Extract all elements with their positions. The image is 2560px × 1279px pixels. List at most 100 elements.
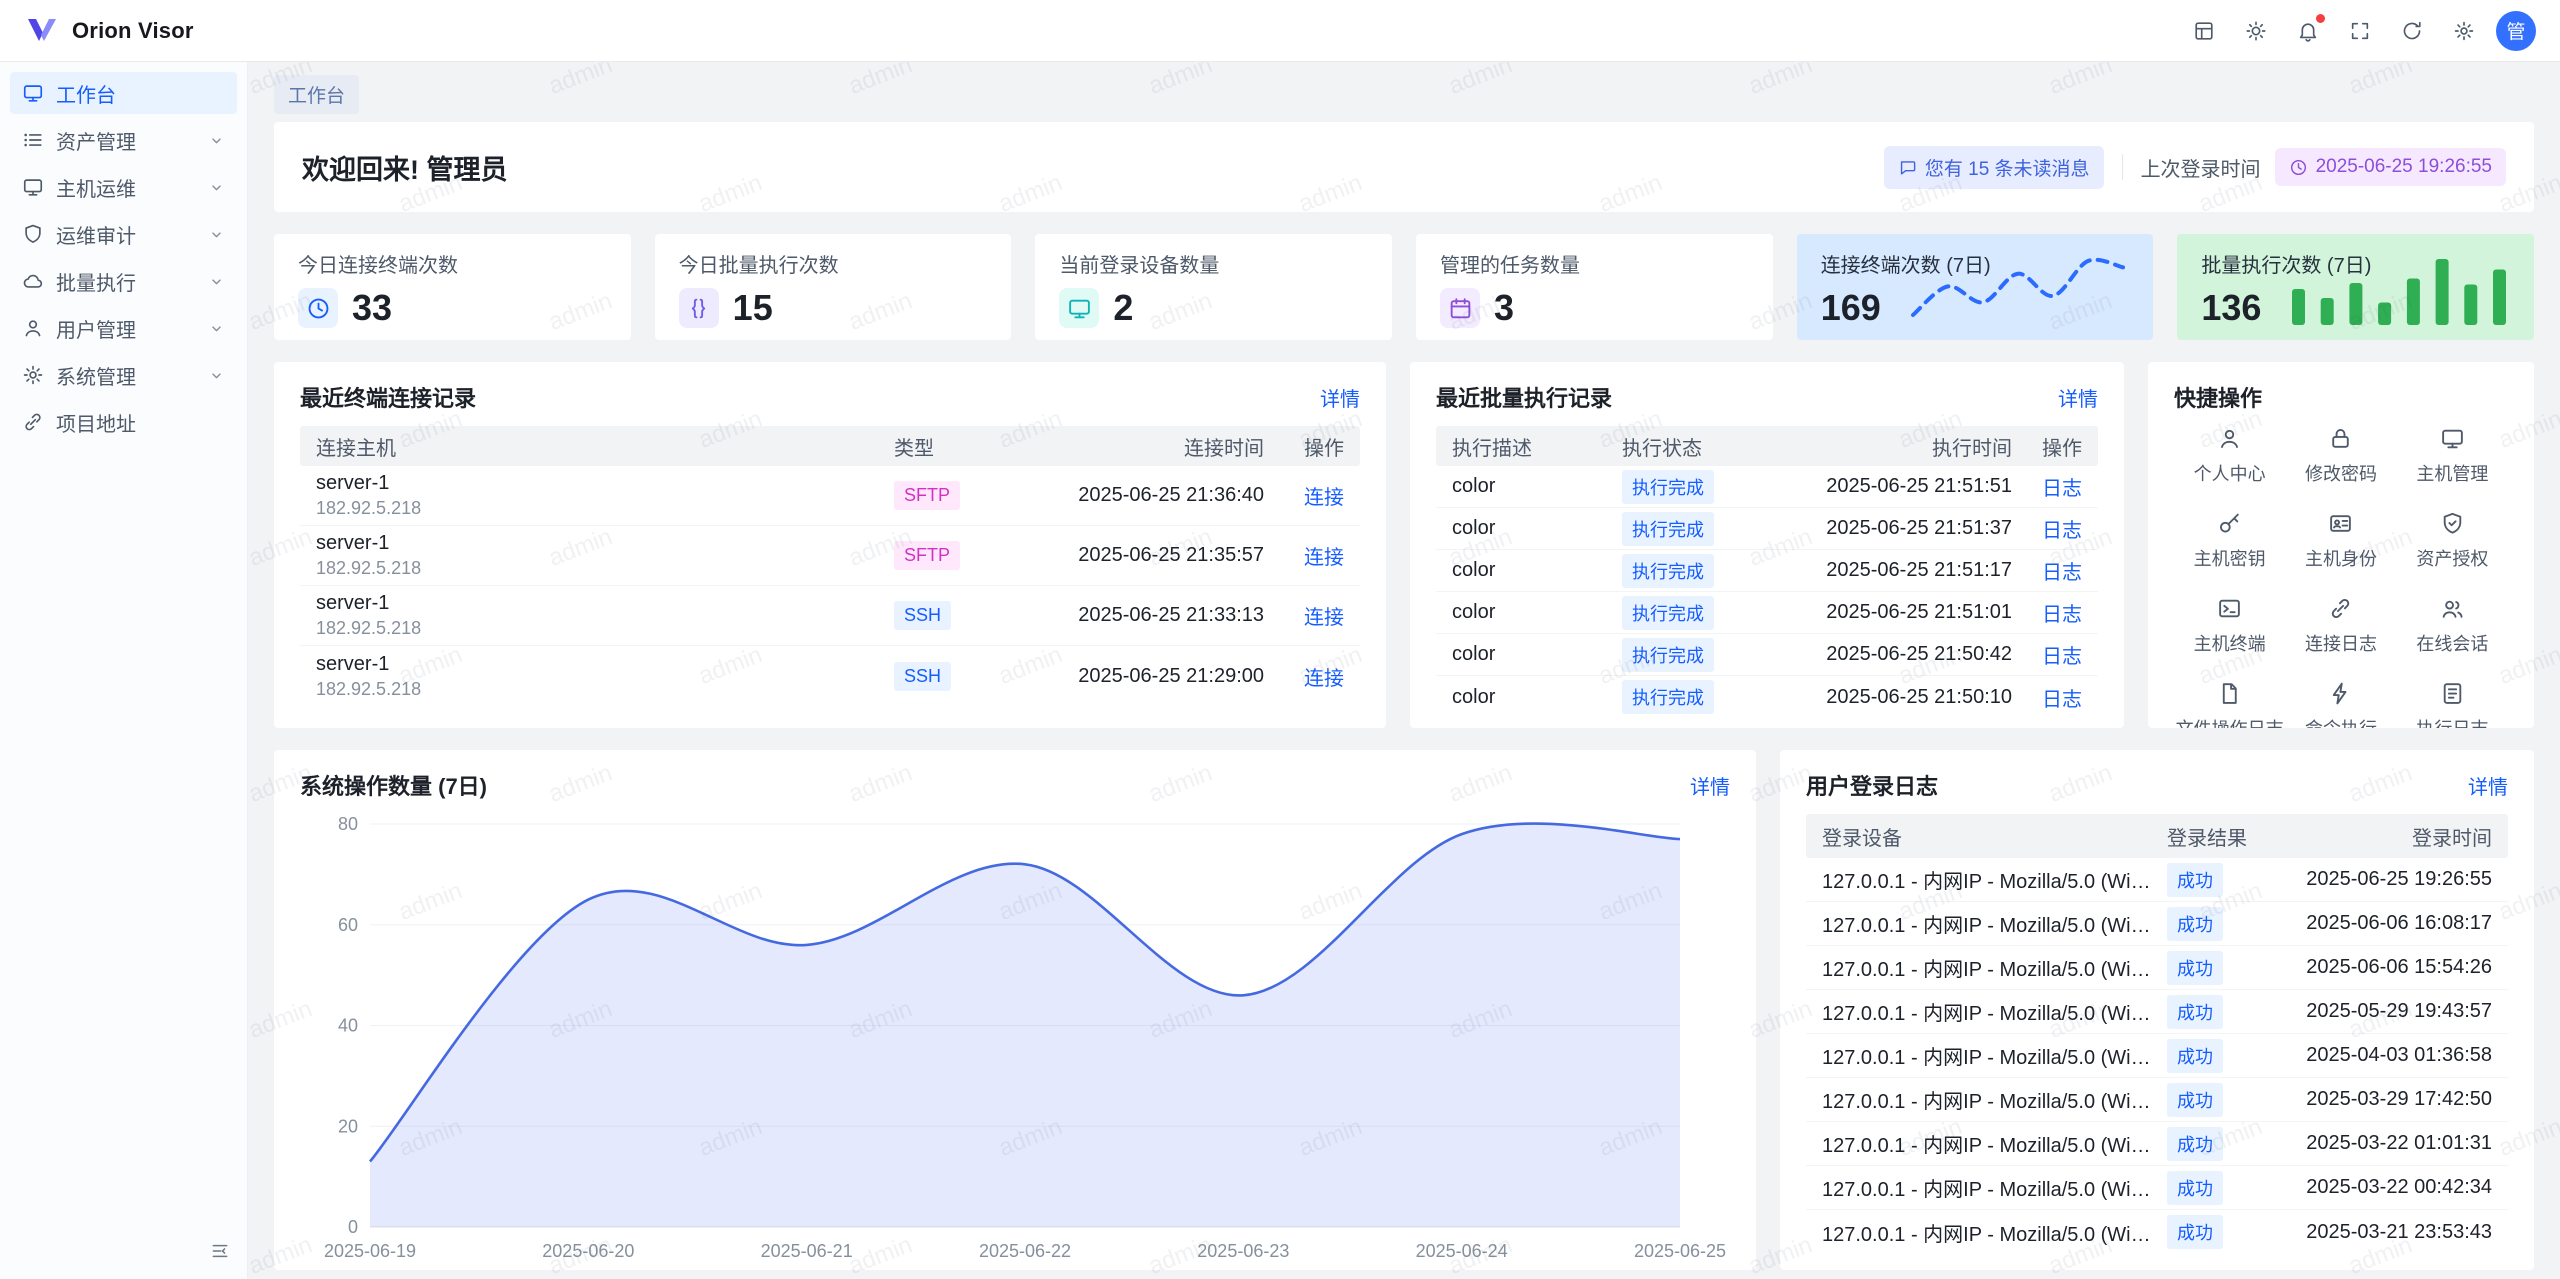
quick-action[interactable]: 文件操作日志 bbox=[2174, 681, 2285, 728]
table-header: 登录设备 登录结果 登录时间 bbox=[1806, 814, 2508, 858]
header-action-button[interactable] bbox=[2236, 11, 2276, 51]
quick-action[interactable]: 主机终端 bbox=[2174, 596, 2285, 656]
quick-action[interactable]: 执行日志 bbox=[2397, 681, 2508, 728]
quick-action[interactable]: 连接日志 bbox=[2285, 596, 2396, 656]
login-logs-table: 登录设备 登录结果 登录时间 127.0.0.1 - 内网IP - Mozill… bbox=[1806, 814, 2508, 1254]
connections-detail-link[interactable]: 详情 bbox=[1320, 383, 1360, 412]
quick-action-label: 连接日志 bbox=[2305, 630, 2377, 656]
host-ip: 182.92.5.218 bbox=[316, 679, 894, 700]
monitor-icon bbox=[2440, 426, 2465, 451]
executions-detail-link[interactable]: 详情 bbox=[2058, 383, 2098, 412]
connect-link[interactable]: 连接 bbox=[1304, 487, 1344, 509]
connections-sparkline bbox=[1903, 247, 2133, 331]
quick-actions-grid: 个人中心 修改密码 主机管理 主机密钥 bbox=[2174, 426, 2508, 728]
panel-title: 系统操作数量 (7日) bbox=[300, 769, 487, 801]
header-action-button[interactable] bbox=[2444, 11, 2484, 51]
login-result-badge: 成功 bbox=[2167, 1039, 2223, 1073]
lock-icon bbox=[2328, 426, 2353, 451]
chevron-down-icon bbox=[208, 132, 225, 149]
stat-label: 当前登录设备数量 bbox=[1059, 249, 1368, 278]
sidebar-item-label: 系统管理 bbox=[56, 361, 136, 390]
stat-card: 今日批量执行次数 15 bbox=[655, 234, 1012, 340]
sidebar-item-label: 批量执行 bbox=[56, 267, 136, 296]
sidebar-item[interactable]: 系统管理 bbox=[10, 354, 237, 396]
welcome-banner: 欢迎回来! 管理员 您有 15 条未读消息 上次登录时间 2025-06-25 … bbox=[274, 122, 2534, 212]
login-logs-detail-link[interactable]: 详情 bbox=[2468, 771, 2508, 800]
log-link[interactable]: 日志 bbox=[2042, 646, 2082, 668]
sidebar-item[interactable]: 主机运维 bbox=[10, 166, 237, 208]
calendar-icon bbox=[1448, 296, 1473, 321]
host-ip: 182.92.5.218 bbox=[316, 618, 894, 639]
execution-status-badge: 执行完成 bbox=[1622, 596, 1714, 630]
execution-status-badge: 执行完成 bbox=[1622, 680, 1714, 714]
quick-action[interactable]: 修改密码 bbox=[2285, 426, 2396, 486]
login-result-badge: 成功 bbox=[2167, 951, 2223, 985]
log-link[interactable]: 日志 bbox=[2042, 604, 2082, 626]
link-icon bbox=[2328, 596, 2353, 621]
execution-desc: color bbox=[1452, 517, 1622, 540]
quick-action[interactable]: 主机密钥 bbox=[2174, 511, 2285, 571]
quick-action-label: 个人中心 bbox=[2194, 460, 2266, 486]
execution-row: color 执行完成 2025-06-25 21:51:51 日志 bbox=[1436, 466, 2098, 508]
header-action-button[interactable] bbox=[2340, 11, 2380, 51]
sidebar-item[interactable]: 工作台 bbox=[10, 72, 237, 114]
panel-title: 用户登录日志 bbox=[1806, 769, 1938, 801]
login-result-badge: 成功 bbox=[2167, 1127, 2223, 1161]
svg-text:2025-06-19: 2025-06-19 bbox=[324, 1241, 416, 1261]
list-icon bbox=[22, 129, 44, 151]
key-icon bbox=[2217, 511, 2242, 536]
connect-link[interactable]: 连接 bbox=[1304, 547, 1344, 569]
log-link[interactable]: 日志 bbox=[2042, 562, 2082, 584]
sidebar-item[interactable]: 项目地址 bbox=[10, 401, 237, 443]
link-icon bbox=[22, 411, 44, 433]
header-action-button[interactable] bbox=[2184, 11, 2224, 51]
stats-row: 今日连接终端次数 33 今日批量执行次数 15 bbox=[274, 234, 2534, 340]
connect-time: 2025-06-25 21:29:00 bbox=[1014, 665, 1264, 688]
login-result-badge: 成功 bbox=[2167, 863, 2223, 897]
clock-icon bbox=[2289, 158, 2308, 177]
log-link[interactable]: 日志 bbox=[2042, 478, 2082, 500]
divider bbox=[2122, 154, 2123, 180]
header-action-button[interactable] bbox=[2288, 11, 2328, 51]
unread-messages-badge[interactable]: 您有 15 条未读消息 bbox=[1884, 146, 2104, 189]
login-time: 2025-06-06 15:54:26 bbox=[2267, 956, 2492, 979]
sidebar-item[interactable]: 运维审计 bbox=[10, 213, 237, 255]
stat-icon-box bbox=[1059, 288, 1099, 328]
quick-action-label: 命令执行 bbox=[2305, 715, 2377, 728]
sidebar-collapse-button[interactable] bbox=[205, 1237, 235, 1267]
sidebar-item[interactable]: 批量执行 bbox=[10, 260, 237, 302]
svg-text:80: 80 bbox=[338, 814, 358, 834]
panel-title: 快捷操作 bbox=[2174, 381, 2262, 413]
quick-action[interactable]: 主机管理 bbox=[2397, 426, 2508, 486]
sidebar-item[interactable]: 资产管理 bbox=[10, 119, 237, 161]
operations-detail-link[interactable]: 详情 bbox=[1690, 771, 1730, 800]
log-link[interactable]: 日志 bbox=[2042, 520, 2082, 542]
quick-action[interactable]: 在线会话 bbox=[2397, 596, 2508, 656]
quick-action[interactable]: 主机身份 bbox=[2285, 511, 2396, 571]
svg-text:2025-06-20: 2025-06-20 bbox=[542, 1241, 634, 1261]
log-link[interactable]: 日志 bbox=[2042, 689, 2082, 711]
login-device: 127.0.0.1 - 内网IP - Mozilla/5.0 (Windows … bbox=[1822, 1218, 2167, 1247]
breadcrumb-item-workbench[interactable]: 工作台 bbox=[274, 75, 359, 114]
stat-value: 169 bbox=[1821, 287, 1881, 329]
user-avatar[interactable]: 管 bbox=[2496, 11, 2536, 51]
login-log-row: 127.0.0.1 - 内网IP - Mozilla/5.0 (Windows … bbox=[1806, 1166, 2508, 1210]
lightning-icon bbox=[2328, 681, 2353, 706]
col-action: 操作 bbox=[1264, 432, 1344, 461]
header-action-button[interactable] bbox=[2392, 11, 2432, 51]
connect-link[interactable]: 连接 bbox=[1304, 607, 1344, 629]
execution-status-badge: 执行完成 bbox=[1622, 638, 1714, 672]
quick-action[interactable]: 资产授权 bbox=[2397, 511, 2508, 571]
quick-action[interactable]: 命令执行 bbox=[2285, 681, 2396, 728]
stat-value: 33 bbox=[352, 287, 392, 329]
quick-action[interactable]: 个人中心 bbox=[2174, 426, 2285, 486]
connect-link[interactable]: 连接 bbox=[1304, 668, 1344, 690]
sidebar-item-label: 运维审计 bbox=[56, 220, 136, 249]
col-desc: 执行描述 bbox=[1452, 432, 1622, 461]
login-device: 127.0.0.1 - 内网IP - Mozilla/5.0 (Windows … bbox=[1822, 1173, 2167, 1202]
sidebar-item[interactable]: 用户管理 bbox=[10, 307, 237, 349]
stat-label: 今日连接终端次数 bbox=[298, 249, 607, 278]
svg-text:20: 20 bbox=[338, 1116, 358, 1136]
users-icon bbox=[2440, 596, 2465, 621]
host-name: server-1 bbox=[316, 532, 894, 555]
